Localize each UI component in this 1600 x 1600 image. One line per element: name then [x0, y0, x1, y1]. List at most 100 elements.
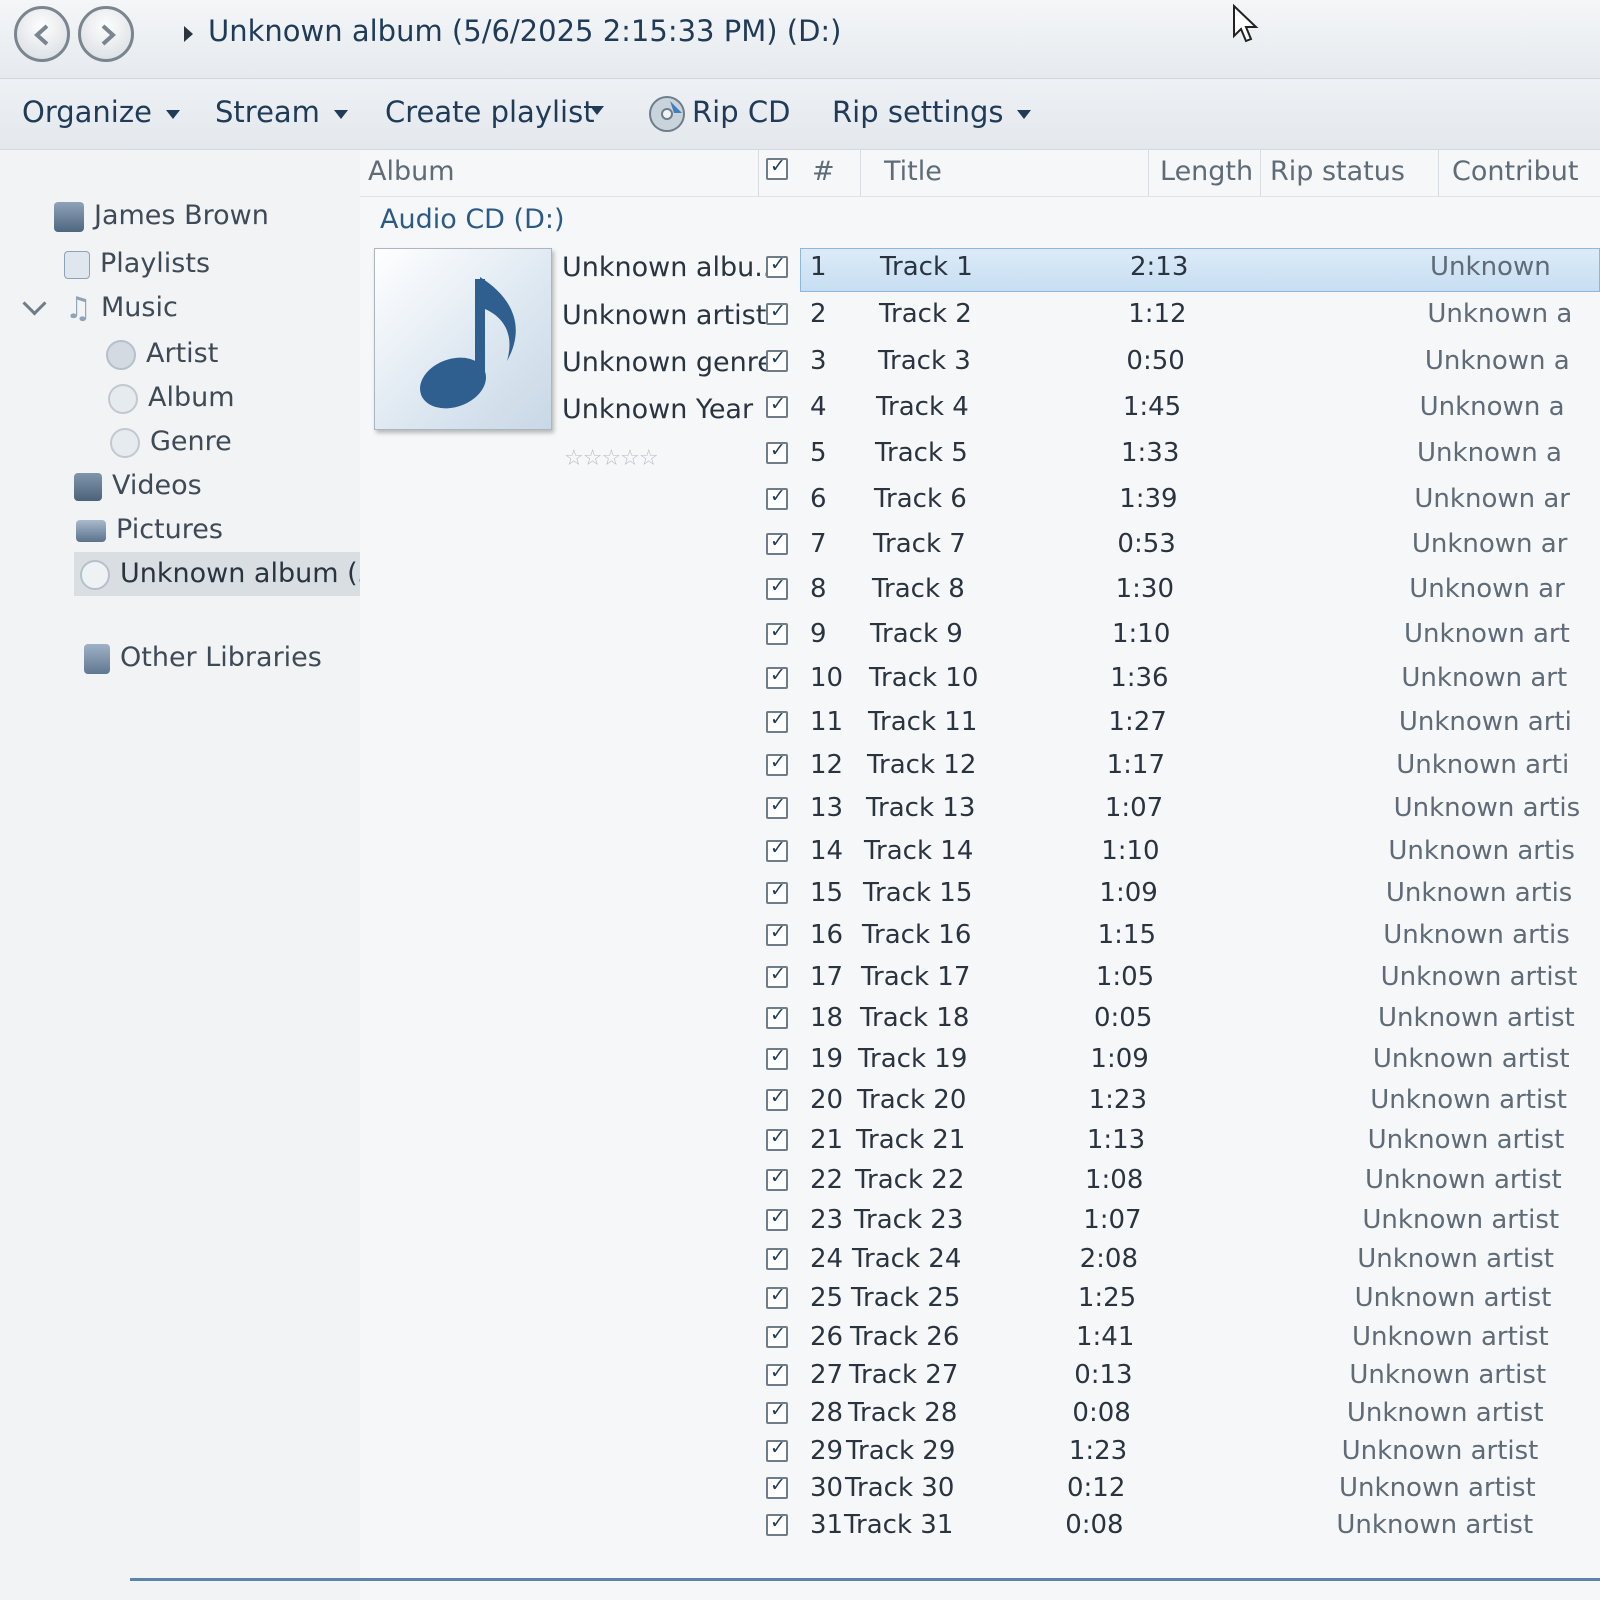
- track-title[interactable]: Track 31: [844, 1510, 953, 1540]
- track-title[interactable]: Track 4: [876, 392, 969, 422]
- track-checkbox[interactable]: [766, 530, 788, 555]
- track-checkbox[interactable]: [766, 620, 788, 645]
- track-row[interactable]: 8 Track 8 1:30 Unknown ar: [360, 574, 1600, 616]
- track-contributing-artist[interactable]: Unknown artist: [1336, 1510, 1533, 1540]
- track-row[interactable]: 4 Track 4 1:45 Unknown a: [360, 392, 1600, 434]
- track-checkbox[interactable]: [766, 921, 788, 946]
- breadcrumb[interactable]: Unknown album (5/6/2025 2:15:33 PM) (D:): [208, 14, 841, 48]
- track-checkbox[interactable]: [766, 1245, 788, 1270]
- track-title[interactable]: Track 1: [880, 252, 973, 282]
- track-contributing-artist[interactable]: Unknown artist: [1355, 1283, 1552, 1313]
- track-row[interactable]: 10 Track 10 1:36 Unknown art: [360, 663, 1600, 705]
- track-title[interactable]: Track 13: [866, 793, 975, 823]
- track-row[interactable]: 25Track 25 1:25 Unknown artist: [360, 1283, 1600, 1325]
- create-playlist-caret-icon[interactable]: [590, 106, 604, 115]
- track-checkbox[interactable]: [766, 393, 788, 418]
- track-row[interactable]: 29Track 29 1:23 Unknown artist: [360, 1436, 1600, 1478]
- nav-item-user[interactable]: James Brown: [54, 200, 269, 232]
- track-checkbox[interactable]: [766, 1511, 788, 1536]
- track-row[interactable]: 15 Track 15 1:09 Unknown artis: [360, 878, 1600, 920]
- track-row[interactable]: 9 Track 9 1:10 Unknown art: [360, 619, 1600, 661]
- back-button[interactable]: [14, 6, 70, 62]
- track-title[interactable]: Track 17: [861, 962, 970, 992]
- track-contributing-artist[interactable]: Unknown a: [1425, 346, 1570, 376]
- rip-cd-button[interactable]: Rip CD: [648, 95, 790, 133]
- nav-item-videos[interactable]: Videos: [74, 470, 202, 501]
- nav-item-pictures[interactable]: Pictures: [76, 514, 223, 545]
- track-contributing-artist[interactable]: Unknown artis: [1386, 878, 1573, 908]
- track-row[interactable]: 31Track 31 0:08 Unknown artist: [360, 1510, 1600, 1552]
- track-checkbox[interactable]: [766, 664, 788, 689]
- track-title[interactable]: Track 9: [870, 619, 963, 649]
- track-title[interactable]: Track 18: [860, 1003, 969, 1033]
- track-checkbox[interactable]: [766, 575, 788, 600]
- track-title[interactable]: Track 20: [857, 1085, 966, 1115]
- track-row[interactable]: 14 Track 14 1:10 Unknown artis: [360, 836, 1600, 878]
- track-title[interactable]: Track 30: [845, 1473, 954, 1503]
- forward-button[interactable]: [78, 6, 134, 62]
- track-title[interactable]: Track 22: [855, 1165, 964, 1195]
- track-checkbox[interactable]: [766, 879, 788, 904]
- track-title[interactable]: Track 3: [878, 346, 971, 376]
- track-contributing-artist[interactable]: Unknown arti: [1396, 750, 1569, 780]
- track-checkbox[interactable]: [766, 837, 788, 862]
- select-all-checkbox[interactable]: [766, 155, 788, 180]
- track-checkbox[interactable]: [766, 1399, 788, 1424]
- track-title[interactable]: Track 19: [858, 1044, 967, 1074]
- track-row[interactable]: 30Track 30 0:12 Unknown artist: [360, 1473, 1600, 1515]
- track-contributing-artist[interactable]: Unknown a: [1420, 392, 1565, 422]
- track-checkbox[interactable]: [766, 485, 788, 510]
- track-checkbox[interactable]: [766, 1474, 788, 1499]
- track-title[interactable]: Track 8: [872, 574, 965, 604]
- rip-settings-menu[interactable]: Rip settings: [832, 95, 1032, 129]
- track-row[interactable]: 24 Track 24 2:08 Unknown artist: [360, 1244, 1600, 1286]
- track-row[interactable]: 13 Track 13 1:07 Unknown artis: [360, 793, 1600, 835]
- track-title[interactable]: Track 23: [854, 1205, 963, 1235]
- track-contributing-artist[interactable]: Unknown artist: [1339, 1473, 1536, 1503]
- track-row[interactable]: 28Track 28 0:08 Unknown artist: [360, 1398, 1600, 1440]
- column-header-contributing-artist[interactable]: Contribut: [1452, 156, 1579, 187]
- track-contributing-artist[interactable]: Unknown artist: [1349, 1360, 1546, 1390]
- track-row[interactable]: 18 Track 18 0:05 Unknown artist: [360, 1003, 1600, 1045]
- organize-menu[interactable]: Organize: [22, 95, 180, 129]
- track-title[interactable]: Track 21: [856, 1125, 965, 1155]
- track-contributing-artist[interactable]: Unknown artist: [1357, 1244, 1554, 1274]
- track-contributing-artist[interactable]: Unknown artis: [1388, 836, 1575, 866]
- track-checkbox[interactable]: [766, 347, 788, 372]
- track-checkbox[interactable]: [766, 794, 788, 819]
- track-checkbox[interactable]: [766, 1206, 788, 1231]
- column-header-album[interactable]: Album: [368, 156, 455, 187]
- track-title[interactable]: Track 29: [846, 1436, 955, 1466]
- track-title[interactable]: Track 26: [850, 1322, 959, 1352]
- music-expand-chevron-icon[interactable]: [22, 291, 47, 316]
- track-row[interactable]: 12 Track 12 1:17 Unknown arti: [360, 750, 1600, 792]
- track-row[interactable]: 2 Track 2 1:12 Unknown a: [360, 299, 1600, 341]
- track-contributing-artist[interactable]: Unknown ar: [1409, 574, 1565, 604]
- track-title[interactable]: Track 14: [864, 836, 973, 866]
- track-row[interactable]: 26Track 26 1:41 Unknown artist: [360, 1322, 1600, 1364]
- track-row[interactable]: 19 Track 19 1:09 Unknown artist: [360, 1044, 1600, 1086]
- track-row[interactable]: 20 Track 20 1:23 Unknown artist: [360, 1085, 1600, 1127]
- track-contributing-artist[interactable]: Unknown art: [1401, 663, 1567, 693]
- nav-item-genre[interactable]: Genre: [110, 426, 232, 458]
- track-contributing-artist[interactable]: Unknown ar: [1412, 529, 1568, 559]
- track-contributing-artist[interactable]: Unknown artist: [1373, 1044, 1570, 1074]
- nav-item-music[interactable]: ♫ Music: [22, 291, 178, 324]
- breadcrumb-arrow-icon[interactable]: [184, 26, 193, 42]
- stream-menu[interactable]: Stream: [215, 95, 348, 129]
- track-contributing-artist[interactable]: Unknown artist: [1368, 1125, 1565, 1155]
- track-row[interactable]: 3 Track 3 0:50 Unknown a: [360, 346, 1600, 388]
- track-row[interactable]: 17 Track 17 1:05 Unknown artist: [360, 962, 1600, 1004]
- track-checkbox[interactable]: [766, 963, 788, 988]
- track-row[interactable]: 16 Track 16 1:15 Unknown artis: [360, 920, 1600, 962]
- nav-item-current-album[interactable]: Unknown album (5/6: [80, 558, 401, 590]
- track-checkbox[interactable]: [766, 1045, 788, 1070]
- track-title[interactable]: Track 5: [875, 438, 968, 468]
- track-row[interactable]: 6 Track 6 1:39 Unknown ar: [360, 484, 1600, 526]
- track-contributing-artist[interactable]: Unknown a: [1427, 299, 1572, 329]
- nav-item-other-libraries[interactable]: Other Libraries: [84, 642, 322, 674]
- create-playlist-button[interactable]: Create playlist: [385, 95, 595, 129]
- track-title[interactable]: Track 16: [862, 920, 971, 950]
- track-contributing-artist[interactable]: Unknown artist: [1381, 962, 1578, 992]
- track-contributing-artist[interactable]: Unknown artist: [1352, 1322, 1549, 1352]
